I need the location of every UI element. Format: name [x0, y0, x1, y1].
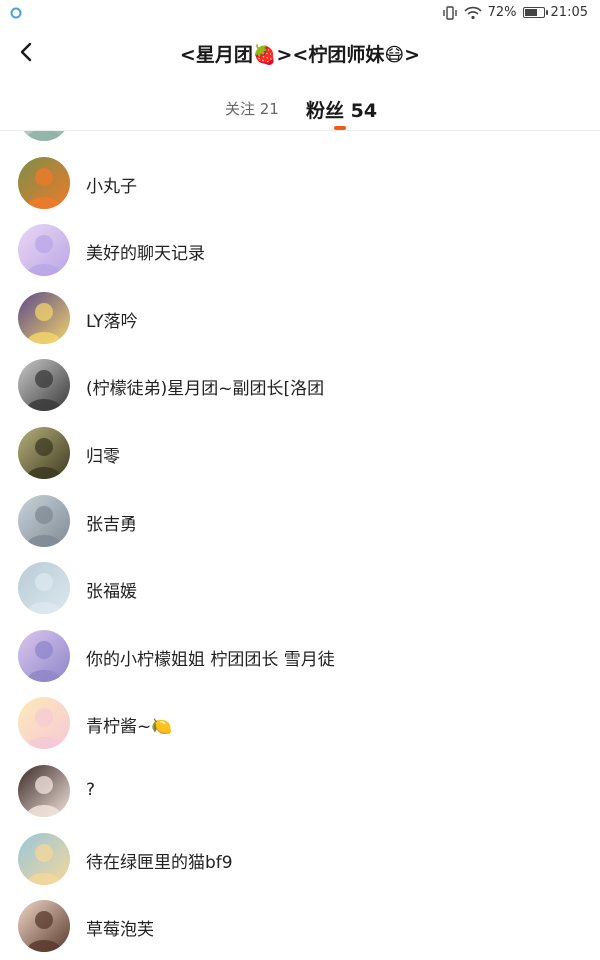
page-title: <星月团🍓><柠团师妹😷>: [179, 44, 421, 66]
avatar[interactable]: [18, 131, 70, 141]
active-tab-indicator: [334, 126, 346, 130]
avatar[interactable]: [18, 291, 70, 344]
fan-name: 青柠酱~🍋: [86, 717, 173, 738]
battery-percent: 72%: [487, 5, 517, 20]
avatar[interactable]: [18, 697, 70, 750]
fan-row[interactable]: 待在绿匣里的猫bf9: [0, 825, 600, 893]
fan-row[interactable]: 张吉勇: [0, 487, 600, 555]
fan-name: LY落吟: [86, 311, 138, 332]
tab-bar: 关注 21 粉丝 54: [0, 86, 600, 131]
wifi-icon: [464, 6, 482, 20]
fan-row[interactable]: 你的小柠檬姐姐 柠团团长 雪月徒: [0, 622, 600, 690]
fan-name: 美好的聊天记录: [86, 244, 205, 265]
avatar[interactable]: [18, 765, 70, 817]
fan-row[interactable]: 美好的聊天记录: [0, 216, 600, 284]
notification-icon: [10, 7, 22, 19]
fan-row[interactable]: 青柠酱~🍋: [0, 689, 600, 757]
battery-fill: [524, 9, 537, 16]
avatar[interactable]: [18, 832, 70, 885]
fan-row[interactable]: 小丸子: [0, 149, 600, 217]
status-bar: 72% 21:05: [0, 0, 600, 28]
avatar[interactable]: [18, 629, 70, 682]
fan-name: 张福媛: [86, 582, 137, 603]
fan-row[interactable]: 张福媛: [0, 554, 600, 622]
avatar[interactable]: [18, 562, 70, 615]
back-button[interactable]: [8, 36, 44, 72]
fan-row[interactable]: ?: [0, 757, 600, 825]
avatar[interactable]: [18, 494, 70, 547]
fan-name: 归零: [86, 447, 120, 467]
fan-name: 小丸子: [86, 176, 137, 197]
fan-row[interactable]: 草莓泡芙: [0, 892, 600, 960]
fan-row[interactable]: (柠檬徒弟)星月团~副团长[洛团: [0, 351, 600, 419]
clock: 21:05: [550, 5, 588, 20]
fan-list[interactable]: 小丸子美好的聊天记录 LY落吟 (柠檬徒弟)星月团~副团长[洛团 归零张吉勇张福媛你的…: [0, 131, 600, 960]
fan-name: 待在绿匣里的猫bf9: [86, 852, 233, 873]
fan-name: ?: [86, 780, 96, 800]
tab-fans[interactable]: 粉丝 54: [306, 96, 377, 123]
vibrate-icon: [442, 5, 458, 20]
fan-name: 你的小柠檬姐姐 柠团团长 雪月徒: [86, 649, 335, 670]
back-arrow-icon: [18, 41, 34, 67]
battery-icon: [522, 7, 548, 18]
avatar[interactable]: [18, 224, 70, 277]
fan-row[interactable]: [0, 131, 600, 149]
header: <星月团🍓><柠团师妹😷>: [0, 28, 600, 80]
fan-name: 草莓泡芙: [86, 920, 154, 941]
avatar[interactable]: [18, 427, 70, 479]
fan-row[interactable]: LY落吟: [0, 284, 600, 352]
tab-following[interactable]: 关注 21: [225, 98, 279, 119]
avatar[interactable]: [18, 156, 70, 209]
fan-name: (柠檬徒弟)星月团~副团长[洛团: [86, 379, 325, 400]
fan-name: 张吉勇: [86, 514, 137, 535]
fan-row[interactable]: 归零: [0, 419, 600, 487]
avatar[interactable]: [18, 359, 70, 412]
avatar[interactable]: [18, 900, 70, 953]
